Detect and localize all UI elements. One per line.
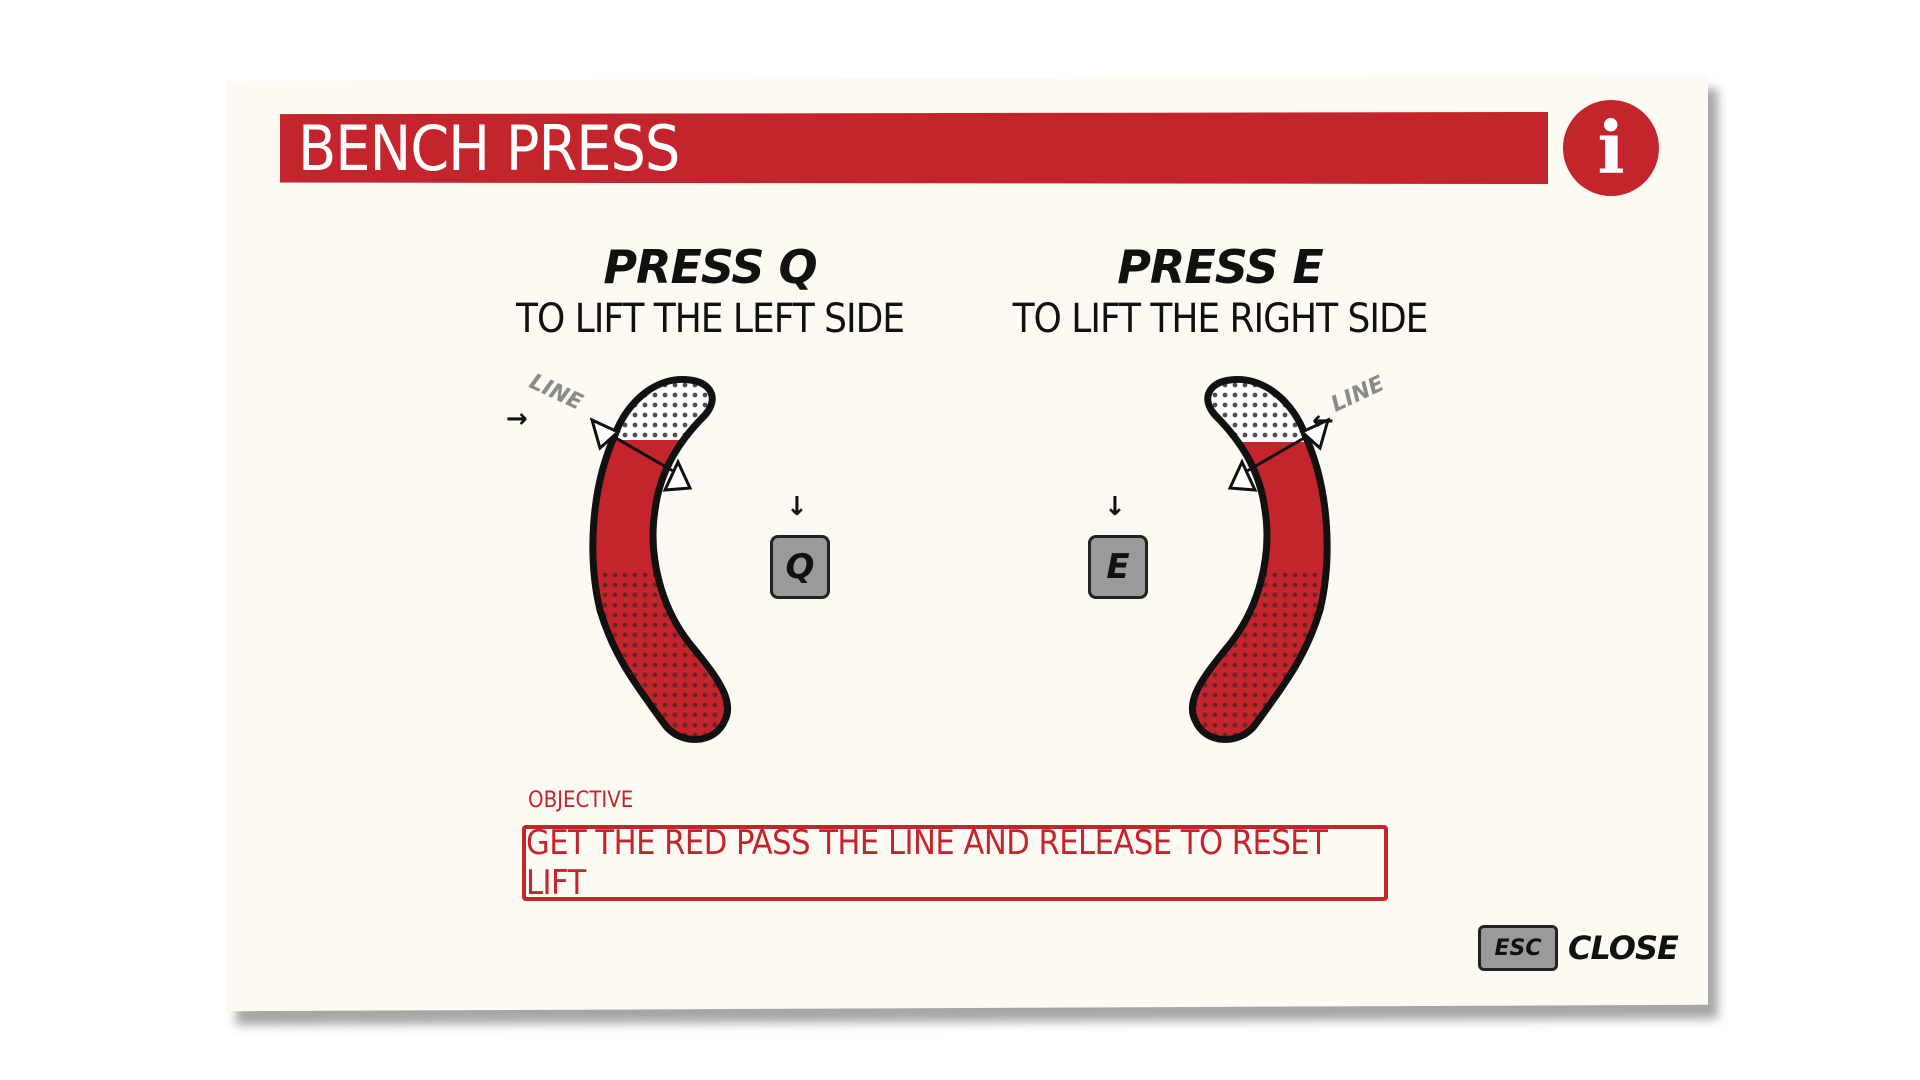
instruction-right-key-line: PRESS E xyxy=(1117,240,1324,294)
instruction-left: PRESS Q TO LIFT THE LEFT SIDE xyxy=(500,240,920,342)
title-bar: BENCH PRESS xyxy=(280,112,1548,184)
info-icon[interactable]: i xyxy=(1563,100,1659,196)
right-line-arrow-icon: ← xyxy=(1312,406,1334,436)
instruction-left-key-line: PRESS Q xyxy=(603,240,817,294)
key-q[interactable]: Q xyxy=(770,535,830,599)
instruction-right-desc: TO LIFT THE RIGHT SIDE xyxy=(1012,296,1429,342)
left-meter-graphic xyxy=(589,375,732,743)
objective-box: GET THE RED PASS THE LINE AND RELEASE TO… xyxy=(522,823,1388,903)
right-meter-graphic xyxy=(1188,375,1331,743)
right-key-arrow-icon: ↓ xyxy=(1104,492,1126,522)
close-control[interactable]: ESC CLOSE xyxy=(1478,925,1679,971)
objective-text: GET THE RED PASS THE LINE AND RELEASE TO… xyxy=(526,823,1328,903)
left-lift-meter: LINE → ↓ Q xyxy=(506,360,830,764)
key-e[interactable]: E xyxy=(1088,535,1148,599)
instruction-left-desc: TO LIFT THE LEFT SIDE xyxy=(515,296,905,342)
left-key-arrow-icon: ↓ xyxy=(786,492,808,522)
instruction-right: PRESS E TO LIFT THE RIGHT SIDE xyxy=(1000,240,1440,342)
esc-key[interactable]: ESC xyxy=(1478,925,1558,971)
close-label[interactable]: CLOSE xyxy=(1568,929,1679,967)
page-title: BENCH PRESS xyxy=(298,111,680,185)
left-line-arrow-icon: → xyxy=(506,404,528,434)
objective-label: OBJECTIVE xyxy=(528,788,634,813)
